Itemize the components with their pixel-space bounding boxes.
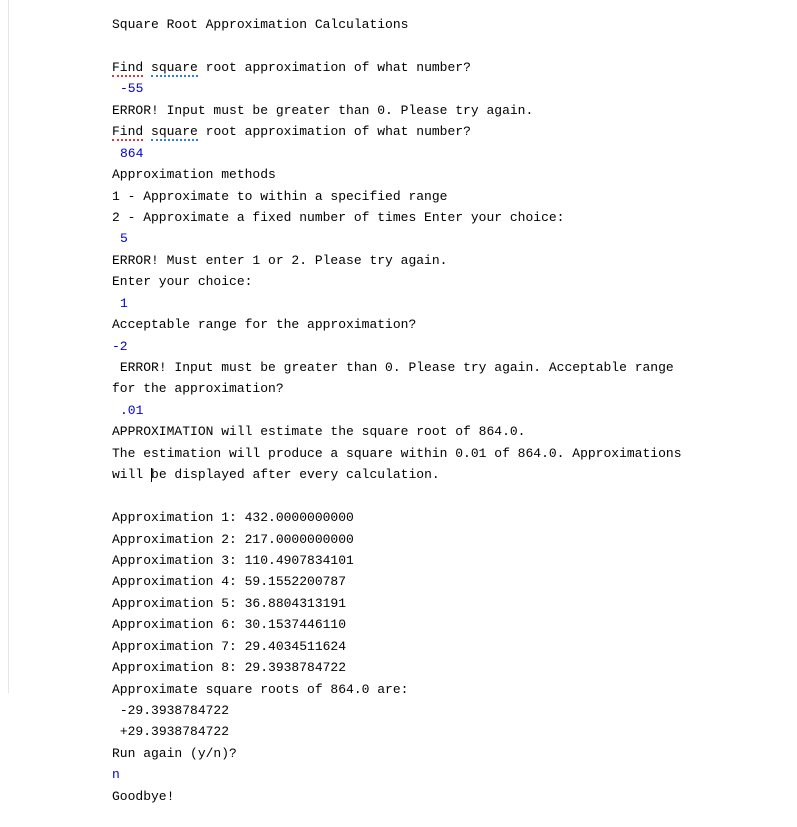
user-input: 1 <box>112 293 685 314</box>
approximation-row: Approximation 2: 217.0000000000 <box>112 529 685 550</box>
prompt-find-number: Find square root approximation of what n… <box>112 57 685 78</box>
approximation-row: Approximation 1: 432.0000000000 <box>112 507 685 528</box>
title: Square Root Approximation Calculations <box>112 14 685 35</box>
user-input: 5 <box>112 228 685 249</box>
user-input: -2 <box>112 336 685 357</box>
error-message: ERROR! Must enter 1 or 2. Please try aga… <box>112 250 685 271</box>
user-input: 864 <box>112 143 685 164</box>
prompt-find-number: Find square root approximation of what n… <box>112 121 685 142</box>
spell-underline: Find <box>112 60 143 77</box>
result-negative: -29.3938784722 <box>112 700 685 721</box>
method-option: 1 - Approximate to within a specified ra… <box>112 186 685 207</box>
user-input: -55 <box>112 78 685 99</box>
left-margin-rule <box>0 0 9 693</box>
result-positive: +29.3938784722 <box>112 721 685 742</box>
approximation-row: Approximation 7: 29.4034511624 <box>112 636 685 657</box>
method-option: 2 - Approximate a fixed number of times … <box>112 207 685 228</box>
approximation-detail: The estimation will produce a square wit… <box>112 443 685 486</box>
error-message: ERROR! Input must be greater than 0. Ple… <box>112 357 685 400</box>
prompt-enter-choice: Enter your choice: <box>112 271 685 292</box>
console-output: Square Root Approximation Calculations F… <box>0 0 685 827</box>
spell-underline: Find <box>112 124 143 141</box>
approximation-row: Approximation 6: 30.1537446110 <box>112 614 685 635</box>
blank-line <box>112 486 685 507</box>
approximation-row: Approximation 5: 36.8804313191 <box>112 593 685 614</box>
approximation-row: Approximation 8: 29.3938784722 <box>112 657 685 678</box>
result-header: Approximate square roots of 864.0 are: <box>112 679 685 700</box>
error-message: ERROR! Input must be greater than 0. Ple… <box>112 100 685 121</box>
approximation-row: Approximation 3: 110.4907834101 <box>112 550 685 571</box>
prompt-range: Acceptable range for the approximation? <box>112 314 685 335</box>
blank-line <box>112 35 685 56</box>
approximation-intro: APPROXIMATION will estimate the square r… <box>112 421 685 442</box>
prompt-run-again: Run again (y/n)? <box>112 743 685 764</box>
goodbye: Goodbye! <box>112 786 685 807</box>
spell-underline: square <box>151 124 198 141</box>
text-cursor <box>151 468 152 482</box>
approximation-row: Approximation 4: 59.1552200787 <box>112 571 685 592</box>
user-input: .01 <box>112 400 685 421</box>
methods-header: Approximation methods <box>112 164 685 185</box>
spell-underline: square <box>151 60 198 77</box>
user-input: n <box>112 764 685 785</box>
